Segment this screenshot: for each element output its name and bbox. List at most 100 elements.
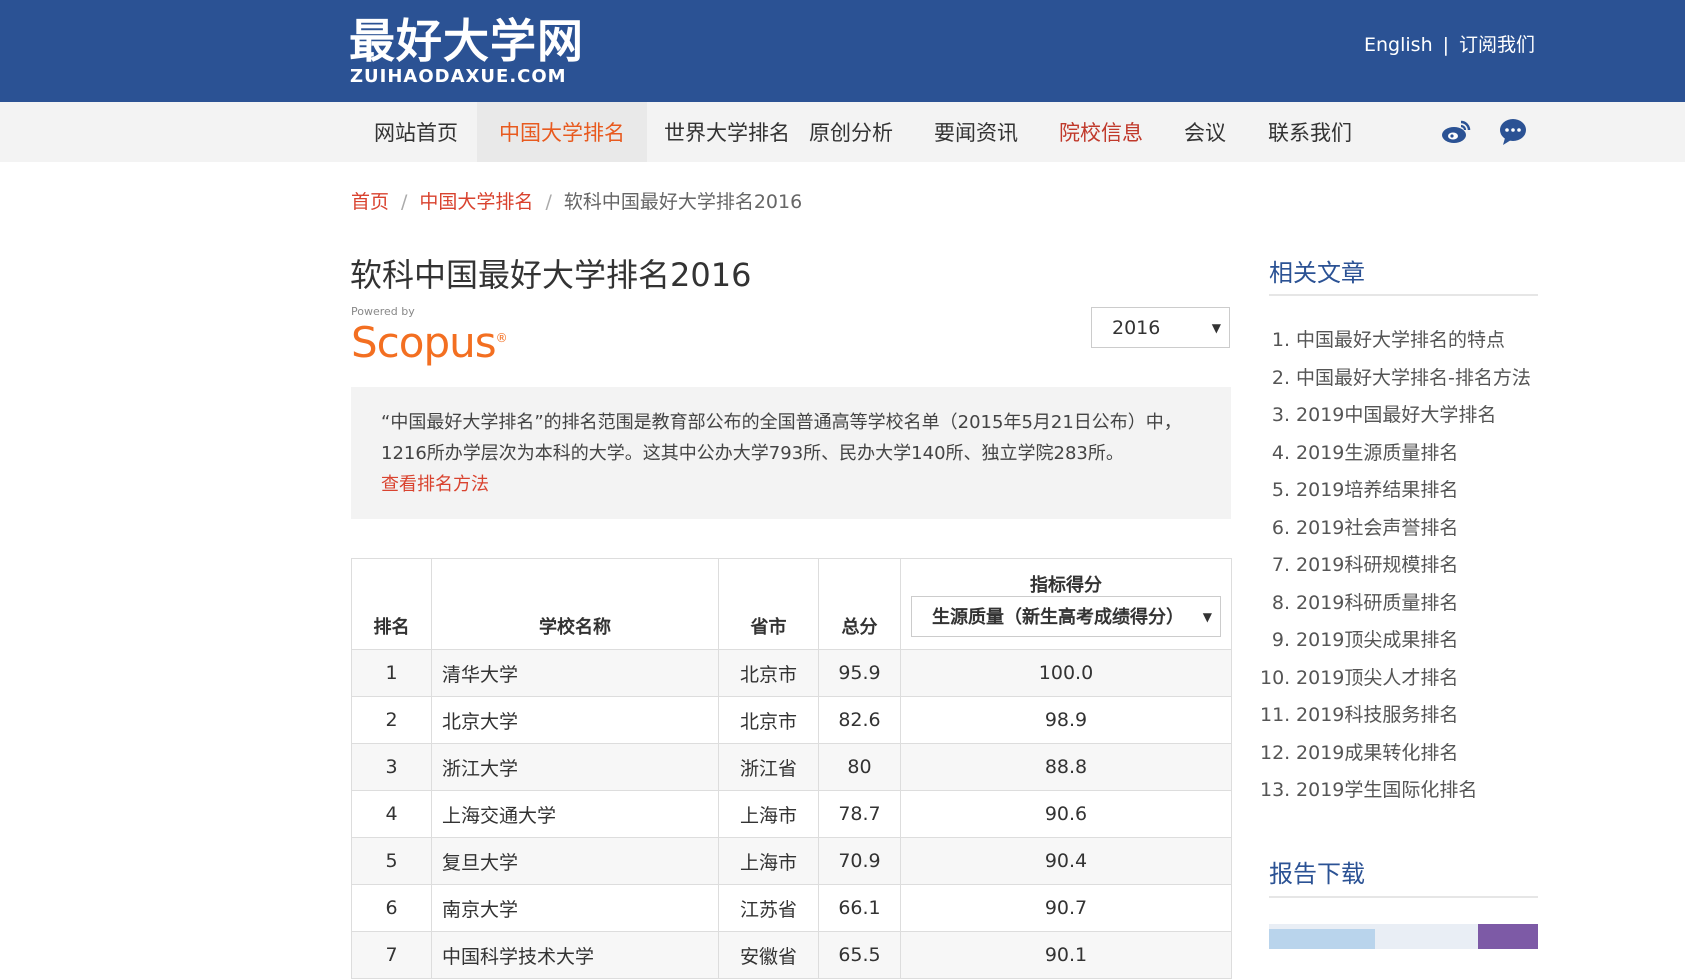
- related-article-item[interactable]: 8. 2019科研质量排名: [1260, 585, 1540, 623]
- related-article-item[interactable]: 3. 2019中国最好大学排名: [1260, 397, 1540, 435]
- sidebar-divider: [1269, 294, 1538, 296]
- cell-province: 安徽省: [718, 931, 819, 979]
- table-row: 5 复旦大学 上海市 70.9 90.4: [351, 837, 1232, 885]
- cell-score: 70.9: [818, 837, 901, 885]
- related-article-item[interactable]: 13. 2019学生国际化排名: [1260, 772, 1540, 810]
- cell-indicator: 100.0: [900, 649, 1232, 697]
- cell-rank: 5: [351, 837, 432, 885]
- top-links: English | 订阅我们: [1364, 30, 1535, 57]
- nav-item-contact[interactable]: 联系我们: [1246, 102, 1374, 162]
- header-name[interactable]: 学校名称: [431, 558, 719, 650]
- cell-school-name[interactable]: 南京大学: [431, 884, 719, 932]
- table-row: 4 上海交通大学 上海市 78.7 90.6: [351, 790, 1232, 838]
- cell-indicator: 90.1: [900, 931, 1232, 979]
- nav-item-schools[interactable]: 院校信息: [1037, 102, 1165, 162]
- intro-text-line2: 1216所办学层次为本科的大学。这其中公办大学793所、民办大学140所、独立学…: [381, 443, 1124, 464]
- cell-province: 北京市: [718, 696, 819, 744]
- english-link[interactable]: English: [1364, 34, 1433, 56]
- cell-rank: 1: [351, 649, 432, 697]
- logo-english[interactable]: ZUIHAODAXUE.COM: [350, 66, 567, 87]
- nav-item-conference[interactable]: 会议: [1162, 102, 1248, 162]
- cell-school-name[interactable]: 浙江大学: [431, 743, 719, 791]
- nav-item-analysis[interactable]: 原创分析: [787, 102, 915, 162]
- cell-indicator: 90.4: [900, 837, 1232, 885]
- related-article-item[interactable]: 9. 2019顶尖成果排名: [1260, 622, 1540, 660]
- header-indicator: 指标得分 生源质量（新生高考成绩得分） ▼: [900, 558, 1232, 650]
- table-row: 3 浙江大学 浙江省 80 88.8: [351, 743, 1232, 791]
- cell-indicator: 98.9: [900, 696, 1232, 744]
- weibo-icon[interactable]: [1440, 116, 1472, 148]
- cell-rank: 2: [351, 696, 432, 744]
- cell-province: 江苏省: [718, 884, 819, 932]
- related-article-item[interactable]: 1. 中国最好大学排名的特点: [1260, 322, 1540, 360]
- related-article-item[interactable]: 11. 2019科技服务排名: [1260, 697, 1540, 735]
- year-select[interactable]: 2016 ▼: [1091, 307, 1230, 348]
- cell-indicator: 90.7: [900, 884, 1232, 932]
- cell-school-name[interactable]: 中国科学技术大学: [431, 931, 719, 979]
- sidebar-divider: [1269, 896, 1538, 898]
- cell-indicator: 90.6: [900, 790, 1232, 838]
- indicator-title: 指标得分: [1030, 575, 1102, 596]
- cell-school-name[interactable]: 北京大学: [431, 696, 719, 744]
- report-thumbnail[interactable]: [1269, 924, 1538, 949]
- report-download-title: 报告下载: [1269, 860, 1365, 888]
- table-header-row: 排名 学校名称 省市 总分 指标得分 生源质量（新生高考成绩得分） ▼: [351, 558, 1232, 650]
- table-row: 7 中国科学技术大学 安徽省 65.5 90.1: [351, 931, 1232, 979]
- breadcrumb-separator: /: [545, 191, 552, 213]
- wechat-icon[interactable]: [1497, 116, 1529, 148]
- breadcrumb-separator: /: [401, 191, 408, 213]
- header-province[interactable]: 省市: [718, 558, 819, 650]
- cell-province: 上海市: [718, 837, 819, 885]
- indicator-select-value: 生源质量（新生高考成绩得分）: [932, 607, 1184, 628]
- related-article-item[interactable]: 2. 中国最好大学排名-排名方法: [1260, 360, 1540, 398]
- cell-rank: 6: [351, 884, 432, 932]
- ranking-method-link[interactable]: 查看排名方法: [381, 469, 1221, 500]
- cell-score: 65.5: [818, 931, 901, 979]
- nav-item-news[interactable]: 要闻资讯: [912, 102, 1040, 162]
- related-article-item[interactable]: 4. 2019生源质量排名: [1260, 435, 1540, 473]
- cell-school-name[interactable]: 清华大学: [431, 649, 719, 697]
- subscribe-link[interactable]: 订阅我们: [1459, 34, 1535, 56]
- cell-indicator: 88.8: [900, 743, 1232, 791]
- header-score[interactable]: 总分: [818, 558, 901, 650]
- cell-rank: 7: [351, 931, 432, 979]
- nav-item-china-ranking[interactable]: 中国大学排名: [477, 102, 647, 162]
- scopus-wordmark: Scopus: [351, 318, 497, 367]
- year-select-value: 2016: [1112, 317, 1161, 339]
- cell-school-name[interactable]: 复旦大学: [431, 837, 719, 885]
- top-links-separator: |: [1442, 34, 1450, 56]
- cell-score: 80: [818, 743, 901, 791]
- breadcrumb-home[interactable]: 首页: [351, 191, 389, 213]
- cell-score: 95.9: [818, 649, 901, 697]
- chevron-down-icon: ▼: [1202, 610, 1212, 624]
- related-article-item[interactable]: 7. 2019科研规模排名: [1260, 547, 1540, 585]
- table-row: 1 清华大学 北京市 95.9 100.0: [351, 649, 1232, 697]
- nav-item-home[interactable]: 网站首页: [352, 102, 480, 162]
- cell-rank: 4: [351, 790, 432, 838]
- breadcrumb: 首页 / 中国大学排名 / 软科中国最好大学排名2016: [351, 187, 802, 214]
- cell-province: 上海市: [718, 790, 819, 838]
- header-rank[interactable]: 排名: [351, 558, 432, 650]
- intro-text-line1: “中国最好大学排名”的排名范围是教育部公布的全国普通高等学校名单（2015年5月…: [381, 412, 1182, 433]
- related-articles-list: 1. 中国最好大学排名的特点 2. 中国最好大学排名-排名方法 3. 2019中…: [1260, 322, 1540, 810]
- cell-score: 66.1: [818, 884, 901, 932]
- table-row: 2 北京大学 北京市 82.6 98.9: [351, 696, 1232, 744]
- related-article-item[interactable]: 6. 2019社会声誉排名: [1260, 510, 1540, 548]
- indicator-select[interactable]: 生源质量（新生高考成绩得分） ▼: [911, 596, 1221, 637]
- intro-box: “中国最好大学排名”的排名范围是教育部公布的全国普通高等学校名单（2015年5月…: [351, 387, 1231, 519]
- page-title: 软科中国最好大学排名2016: [350, 256, 752, 294]
- cell-rank: 3: [351, 743, 432, 791]
- chevron-down-icon: ▼: [1211, 321, 1221, 335]
- powered-by-label: Powered by: [351, 305, 415, 318]
- related-article-item[interactable]: 12. 2019成果转化排名: [1260, 735, 1540, 773]
- cell-province: 浙江省: [718, 743, 819, 791]
- related-article-item[interactable]: 10. 2019顶尖人才排名: [1260, 660, 1540, 698]
- related-article-item[interactable]: 5. 2019培养结果排名: [1260, 472, 1540, 510]
- breadcrumb-category[interactable]: 中国大学排名: [419, 191, 533, 213]
- report-ribbon: [1478, 924, 1538, 949]
- cell-school-name[interactable]: 上海交通大学: [431, 790, 719, 838]
- table-row: 6 南京大学 江苏省 66.1 90.7: [351, 884, 1232, 932]
- cell-score: 82.6: [818, 696, 901, 744]
- logo-chinese[interactable]: 最好大学网: [349, 14, 584, 68]
- site-header: 最好大学网 ZUIHAODAXUE.COM English | 订阅我们: [0, 0, 1685, 102]
